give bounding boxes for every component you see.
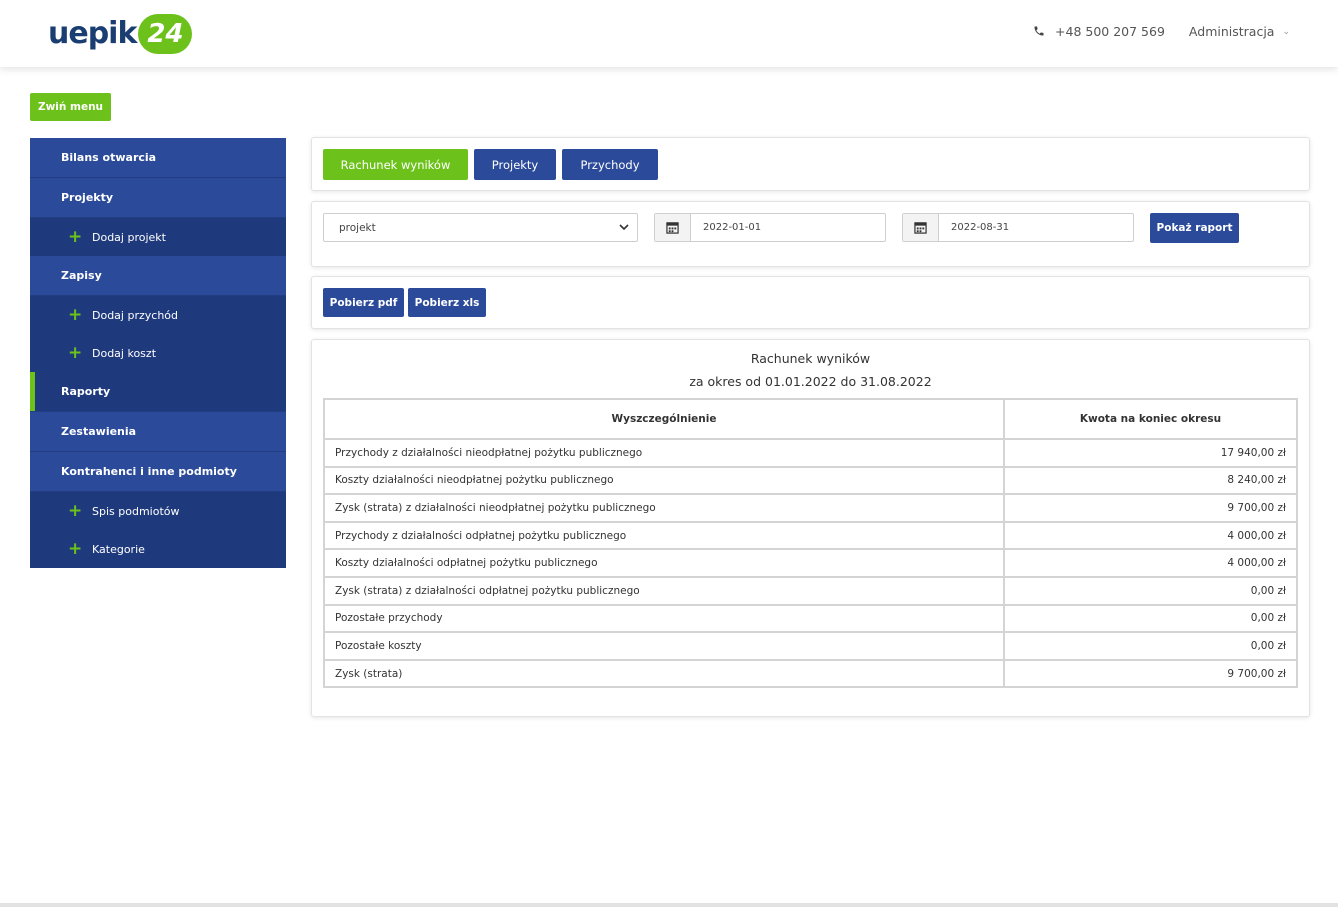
- date-to-field[interactable]: 2022-08-31: [902, 213, 1134, 242]
- bottom-bar: [0, 903, 1338, 907]
- sidebar: Bilans otwarcia Projekty + Dodaj projekt …: [30, 138, 286, 568]
- sidebar-item-kategorie[interactable]: + Kategorie: [30, 530, 286, 568]
- sidebar-item-kontrahenci[interactable]: Kontrahenci i inne podmioty: [30, 452, 286, 492]
- phone-icon: [1033, 25, 1047, 39]
- report-tabs-panel: Rachunek wyników Projekty Przychody: [311, 137, 1310, 191]
- report-panel: Rachunek wyników za okres od 01.01.2022 …: [311, 339, 1310, 717]
- row-amount: 0,00 zł: [1003, 631, 1298, 661]
- row-label: Pozostałe koszty: [323, 631, 1005, 661]
- download-pdf-button[interactable]: Pobierz pdf: [323, 288, 404, 317]
- row-amount: 17 940,00 zł: [1003, 438, 1298, 468]
- top-header: uepik 24 +48 500 207 569 Administracja ⌄: [0, 0, 1338, 67]
- row-amount: 4 000,00 zł: [1003, 520, 1298, 551]
- report-title: Rachunek wyników: [750, 351, 871, 366]
- plus-icon: +: [68, 500, 83, 521]
- download-xls-button[interactable]: Pobierz xls: [408, 288, 486, 317]
- plus-icon: +: [68, 538, 83, 559]
- sidebar-item-projekty[interactable]: Projekty: [30, 178, 286, 218]
- sidebar-item-dodaj-przychod[interactable]: + Dodaj przychód: [30, 296, 286, 334]
- sidebar-item-label: Kontrahenci i inne podmioty: [61, 465, 237, 478]
- plus-icon: +: [68, 226, 83, 247]
- table-row: Przychody z działalności nieodpłatnej po…: [323, 438, 1298, 468]
- calendar-icon[interactable]: [655, 214, 691, 241]
- column-header: Wyszczególnienie: [323, 398, 1005, 440]
- phone-number[interactable]: +48 500 207 569: [1055, 24, 1165, 39]
- row-label: Koszty działalności odpłatnej pożytku pu…: [323, 548, 1005, 578]
- sidebar-item-label: Kategorie: [92, 542, 145, 556]
- row-label: Zysk (strata) z działalności odpłatnej p…: [323, 575, 1005, 606]
- row-label: Pozostałe przychody: [323, 603, 1005, 634]
- sidebar-item-label: Zestawienia: [61, 425, 137, 438]
- sidebar-item-zapisy[interactable]: Zapisy: [30, 256, 286, 296]
- plus-icon: +: [68, 304, 83, 325]
- sidebar-item-label: Dodaj przychód: [92, 308, 178, 322]
- logo-text: uepik: [48, 16, 137, 51]
- table-row: Zysk (strata) z działalności nieodpłatne…: [323, 493, 1298, 523]
- row-amount: 9 700,00 zł: [1003, 493, 1298, 523]
- logo-badge: 24: [138, 14, 193, 54]
- filters-panel: projekt 2022-01-01 2022-08-31 Pokaż rapo…: [311, 201, 1310, 267]
- sidebar-item-label: Projekty: [61, 191, 114, 204]
- header-right: +48 500 207 569 Administracja ⌄: [1033, 24, 1290, 39]
- row-label: Zysk (strata) z działalności nieodpłatne…: [323, 493, 1005, 523]
- sidebar-item-dodaj-koszt[interactable]: + Dodaj koszt: [30, 334, 286, 372]
- date-to-value: 2022-08-31: [951, 222, 1010, 233]
- project-select-value: projekt: [339, 221, 376, 234]
- row-label: Zysk (strata): [323, 658, 1005, 689]
- sidebar-item-label: Raporty: [61, 385, 111, 398]
- plus-icon: +: [68, 342, 83, 363]
- date-from-value: 2022-01-01: [703, 222, 762, 233]
- table-row: Zysk (strata) 9 700,00 zł: [323, 658, 1298, 689]
- tab-przychody[interactable]: Przychody: [562, 149, 658, 180]
- report-table: Wyszczególnienie Kwota na koniec okresu …: [323, 398, 1298, 689]
- row-label: Przychody z działalności odpłatnej pożyt…: [323, 520, 1005, 551]
- sidebar-item-label: Dodaj koszt: [92, 346, 157, 360]
- row-label: Przychody z działalności nieodpłatnej po…: [323, 438, 1005, 468]
- sidebar-item-bilans[interactable]: Bilans otwarcia: [30, 138, 286, 178]
- row-amount: 0,00 zł: [1003, 603, 1298, 634]
- sidebar-item-label: Spis podmiotów: [92, 504, 180, 518]
- sidebar-item-spis-podmiotow[interactable]: + Spis podmiotów: [30, 492, 286, 530]
- table-header-row: Wyszczególnienie Kwota na koniec okresu: [323, 398, 1298, 440]
- tab-rachunek-wynikow[interactable]: Rachunek wyników: [323, 149, 468, 180]
- sidebar-item-label: Dodaj projekt: [92, 230, 166, 244]
- collapse-menu-button[interactable]: Zwiń menu: [30, 93, 111, 121]
- downloads-panel: Pobierz pdf Pobierz xls: [311, 276, 1310, 329]
- calendar-icon[interactable]: [903, 214, 939, 241]
- sidebar-item-zestawienia[interactable]: Zestawienia: [30, 412, 286, 452]
- report-subtitle: za okres od 01.01.2022 do 31.08.2022: [689, 374, 932, 389]
- tab-projekty[interactable]: Projekty: [474, 149, 556, 180]
- table-row: Koszty działalności nieodpłatnej pożytku…: [323, 465, 1298, 496]
- table-row: Zysk (strata) z działalności odpłatnej p…: [323, 575, 1298, 606]
- sidebar-item-label: Zapisy: [61, 269, 102, 282]
- table-row: Pozostałe koszty 0,00 zł: [323, 631, 1298, 661]
- row-amount: 8 240,00 zł: [1003, 465, 1298, 496]
- sidebar-item-raporty[interactable]: Raporty: [30, 372, 286, 412]
- sidebar-item-dodaj-projekt[interactable]: + Dodaj projekt: [30, 218, 286, 256]
- chevron-down-icon[interactable]: ⌄: [1282, 27, 1290, 37]
- row-amount: 4 000,00 zł: [1003, 548, 1298, 578]
- logo[interactable]: uepik 24: [48, 12, 193, 56]
- table-row: Pozostałe przychody 0,00 zł: [323, 603, 1298, 634]
- table-row: Przychody z działalności odpłatnej pożyt…: [323, 520, 1298, 551]
- row-amount: 9 700,00 zł: [1003, 658, 1298, 689]
- admin-menu[interactable]: Administracja: [1189, 24, 1275, 39]
- chevron-down-icon: [619, 224, 629, 231]
- row-label: Koszty działalności nieodpłatnej pożytku…: [323, 465, 1005, 496]
- project-select[interactable]: projekt: [323, 213, 638, 242]
- table-row: Koszty działalności odpłatnej pożytku pu…: [323, 548, 1298, 578]
- sidebar-item-label: Bilans otwarcia: [61, 151, 157, 164]
- show-report-button[interactable]: Pokaż raport: [1150, 213, 1239, 243]
- date-from-field[interactable]: 2022-01-01: [654, 213, 886, 242]
- row-amount: 0,00 zł: [1003, 575, 1298, 606]
- column-header: Kwota na koniec okresu: [1003, 398, 1298, 440]
